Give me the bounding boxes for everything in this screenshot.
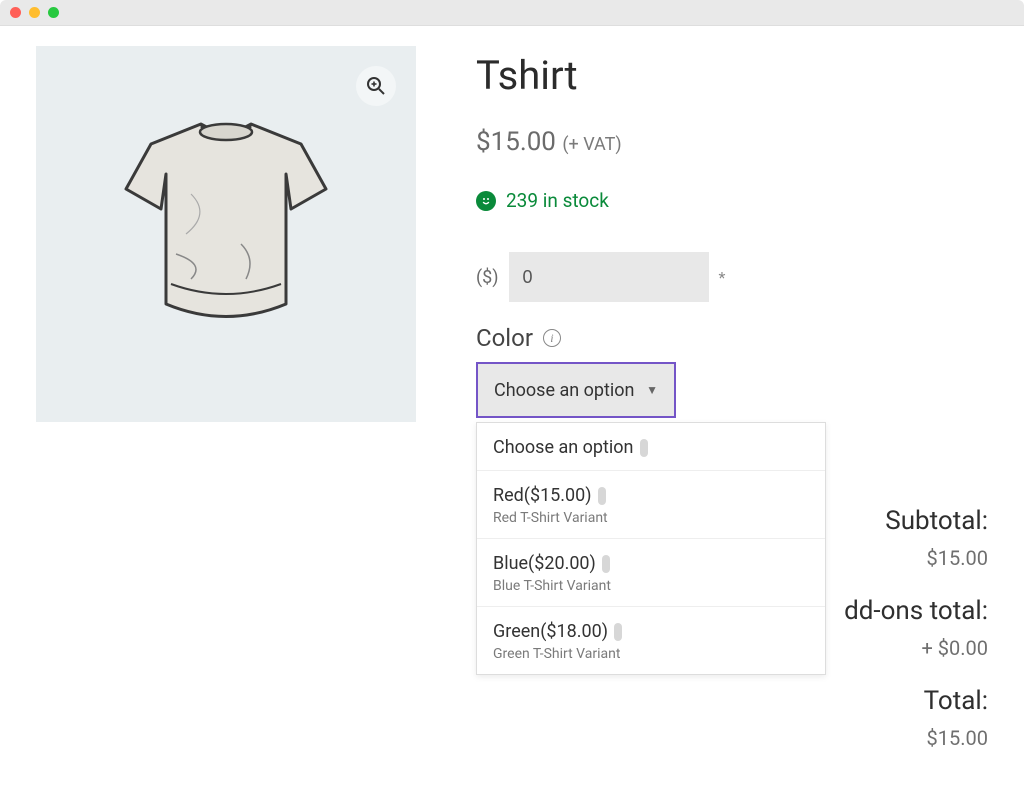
option-description: Red T-Shirt Variant <box>493 510 809 526</box>
color-dropdown: Choose an option Red($15.00) Red T-Shirt… <box>476 422 826 675</box>
option-label: Blue($20.00) <box>493 553 596 574</box>
window-titlebar <box>0 0 1024 26</box>
window-close-button[interactable] <box>10 7 21 18</box>
total-value: $15.00 <box>668 726 988 750</box>
custom-price-input[interactable] <box>509 252 709 302</box>
product-gallery <box>36 46 416 422</box>
product-image[interactable] <box>91 104 361 364</box>
price-vat-suffix: (+ VAT) <box>562 134 621 155</box>
product-price: $15.00 (+ VAT) <box>476 127 988 157</box>
option-label: Choose an option <box>493 437 634 458</box>
option-label: Green($18.00) <box>493 621 608 642</box>
color-select-wrapper: Choose an option ▼ Choose an option Red(… <box>476 362 676 418</box>
option-description: Green T-Shirt Variant <box>493 646 809 662</box>
option-label: Red($15.00) <box>493 485 592 506</box>
chevron-down-icon: ▼ <box>646 383 658 397</box>
swatch-icon <box>602 555 610 573</box>
magnifier-plus-icon <box>366 76 386 96</box>
swatch-icon <box>598 487 606 505</box>
color-option-green[interactable]: Green($18.00) Green T-Shirt Variant <box>477 606 825 674</box>
product-title: Tshirt <box>476 52 988 99</box>
swatch-icon <box>614 623 622 641</box>
stock-text: 239 in stock <box>506 189 609 212</box>
color-select[interactable]: Choose an option ▼ <box>476 362 676 418</box>
custom-price-addon-row: ($) * <box>476 252 988 302</box>
color-label-text: Color <box>476 324 533 352</box>
window-minimize-button[interactable] <box>29 7 40 18</box>
smiley-icon <box>476 191 496 211</box>
total-label: Total: <box>668 686 988 716</box>
color-option-red[interactable]: Red($15.00) Red T-Shirt Variant <box>477 470 825 538</box>
product-details: Tshirt $15.00 (+ VAT) 239 in stock ($) *… <box>476 46 988 795</box>
color-option-placeholder[interactable]: Choose an option <box>477 423 825 470</box>
stock-status: 239 in stock <box>476 189 988 212</box>
price-amount: $15.00 <box>476 127 556 157</box>
required-asterisk: * <box>719 268 726 287</box>
option-description: Blue T-Shirt Variant <box>493 578 809 594</box>
info-icon[interactable]: i <box>543 329 561 347</box>
zoom-button[interactable] <box>356 66 396 106</box>
swatch-icon <box>640 439 648 457</box>
browser-window: Tshirt $15.00 (+ VAT) 239 in stock ($) *… <box>0 0 1024 795</box>
color-option-blue[interactable]: Blue($20.00) Blue T-Shirt Variant <box>477 538 825 606</box>
color-select-value: Choose an option <box>494 380 635 401</box>
window-maximize-button[interactable] <box>48 7 59 18</box>
color-attribute-label: Color i <box>476 324 988 352</box>
addon-currency-label: ($) <box>476 267 499 288</box>
product-page: Tshirt $15.00 (+ VAT) 239 in stock ($) *… <box>0 26 1024 795</box>
